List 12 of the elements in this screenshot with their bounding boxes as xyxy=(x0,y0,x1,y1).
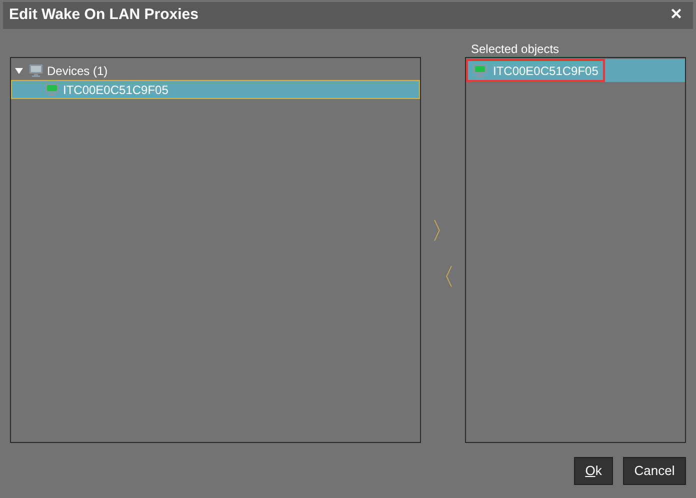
window-title: Edit Wake On LAN Proxies xyxy=(9,5,198,26)
monitor-icon xyxy=(29,64,43,77)
cancel-button[interactable]: Cancel xyxy=(623,457,686,485)
list-item[interactable]: ITC00E0C51C9F05 xyxy=(466,59,685,82)
monitor-icon xyxy=(45,83,59,96)
tree-item[interactable]: Devices (1) xyxy=(11,61,420,80)
tree-item[interactable]: ITC00E0C51C9F05 xyxy=(11,80,420,99)
monitor-icon xyxy=(473,64,487,77)
close-button[interactable]: ✕ xyxy=(666,4,687,27)
list-label: Selected objects xyxy=(470,41,560,57)
ok-button[interactable]: Ok xyxy=(574,457,613,485)
expand-caret-icon xyxy=(15,66,25,74)
